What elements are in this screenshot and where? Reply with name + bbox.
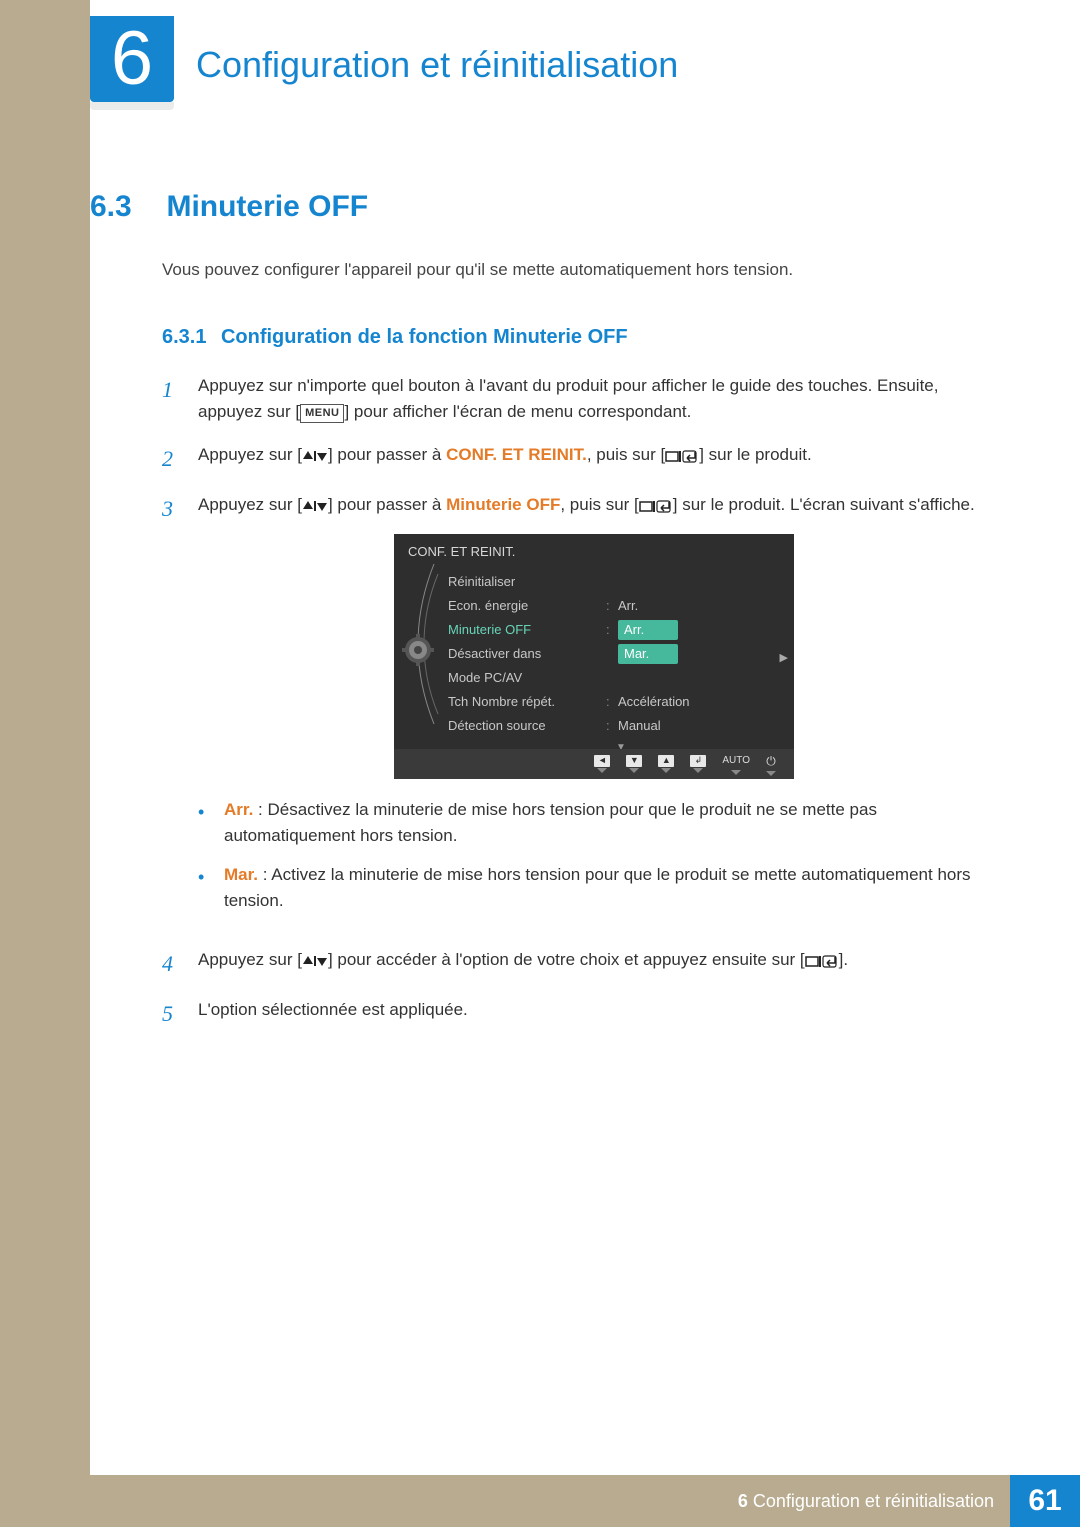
osd-enter-icon: ↲ — [690, 755, 706, 773]
step-number: 5 — [162, 997, 184, 1031]
osd-back-icon: ◄ — [594, 755, 610, 773]
source-enter-icon — [639, 499, 673, 513]
page-content: 6.3 Minuterie OFF Vous pouvez configurer… — [90, 190, 990, 1047]
bullet-item: • Arr. : Désactivez la minuterie de mise… — [198, 797, 990, 850]
keyword-mar: Mar. — [224, 865, 258, 884]
left-sidebar-stripe — [0, 0, 90, 1527]
bullet-item: • Mar. : Activez la minuterie de mise ho… — [198, 862, 990, 915]
up-down-arrows-icon — [302, 449, 328, 463]
osd-row: Désactiver dans Mar. — [448, 642, 794, 666]
chapter-title: Configuration et réinitialisation — [196, 44, 678, 86]
keyword-minuterie-off: Minuterie OFF — [446, 495, 560, 514]
page-footer: 6 Configuration et réinitialisation 61 — [90, 1475, 1080, 1527]
step-2: 2 Appuyez sur [] pour passer à CONF. ET … — [162, 442, 990, 476]
section-heading: 6.3 Minuterie OFF — [90, 190, 990, 224]
source-enter-icon — [805, 954, 839, 968]
subsection-title: Configuration de la fonction Minuterie O… — [221, 326, 628, 348]
osd-selected-value: Arr. — [618, 620, 678, 640]
step-number: 4 — [162, 947, 184, 981]
bullet-dot-icon: • — [198, 797, 210, 850]
keyword-conf-reinit: CONF. ET REINIT. — [446, 445, 587, 464]
osd-down-icon: ▼ — [626, 755, 642, 773]
page-number: 61 — [1010, 1475, 1080, 1527]
step-4: 4 Appuyez sur [] pour accéder à l'option… — [162, 947, 990, 981]
osd-row: Réinitialiser — [448, 570, 794, 594]
page-header: 6 Configuration et réinitialisation — [90, 16, 1080, 102]
subsection-heading: 6.3.1 Configuration de la fonction Minut… — [162, 326, 990, 349]
step-number: 1 — [162, 373, 184, 426]
osd-row-highlighted: Minuterie OFF : Arr. — [448, 618, 794, 642]
osd-auto-icon: AUTO — [722, 753, 750, 775]
menu-button-icon: MENU — [300, 404, 344, 423]
osd-row: Econ. énergie : Arr. — [448, 594, 794, 618]
step-5: 5 L'option sélectionnée est appliquée. — [162, 997, 990, 1031]
section-number: 6.3 — [90, 190, 162, 224]
section-intro: Vous pouvez configurer l'appareil pour q… — [162, 260, 990, 280]
step-number: 2 — [162, 442, 184, 476]
bullet-list: • Arr. : Désactivez la minuterie de mise… — [198, 797, 990, 914]
osd-up-icon: ▲ — [658, 755, 674, 773]
chapter-number-box: 6 — [90, 16, 174, 102]
step-1: 1 Appuyez sur n'importe quel bouton à l'… — [162, 373, 990, 426]
osd-row: Mode PC/AV — [448, 666, 794, 690]
osd-screenshot: CONF. ET REINIT. — [394, 534, 794, 779]
osd-footer: ◄ ▼ ▲ ↲ AUTO ⏻ — [394, 749, 794, 779]
osd-option: Mar. — [618, 644, 678, 664]
up-down-arrows-icon — [302, 954, 328, 968]
steps-list: 1 Appuyez sur n'importe quel bouton à l'… — [162, 373, 990, 1031]
step-3: 3 Appuyez sur [] pour passer à Minuterie… — [162, 492, 990, 931]
footer-chapter-label: 6 Configuration et réinitialisation — [738, 1491, 994, 1512]
up-down-arrows-icon — [302, 499, 328, 513]
osd-row: Détection source : Manual — [448, 714, 794, 738]
section-title: Minuterie OFF — [166, 190, 368, 223]
step-number: 3 — [162, 492, 184, 931]
keyword-arr: Arr. — [224, 800, 253, 819]
bullet-dot-icon: • — [198, 862, 210, 915]
osd-row: Tch Nombre répét. : Accélération — [448, 690, 794, 714]
source-enter-icon — [665, 449, 699, 463]
osd-right-arrow-icon: ▶ — [780, 650, 788, 667]
gear-icon — [402, 634, 434, 666]
osd-power-icon: ⏻ — [766, 752, 776, 777]
osd-title: CONF. ET REINIT. — [394, 534, 794, 570]
subsection-number: 6.3.1 — [162, 326, 206, 348]
